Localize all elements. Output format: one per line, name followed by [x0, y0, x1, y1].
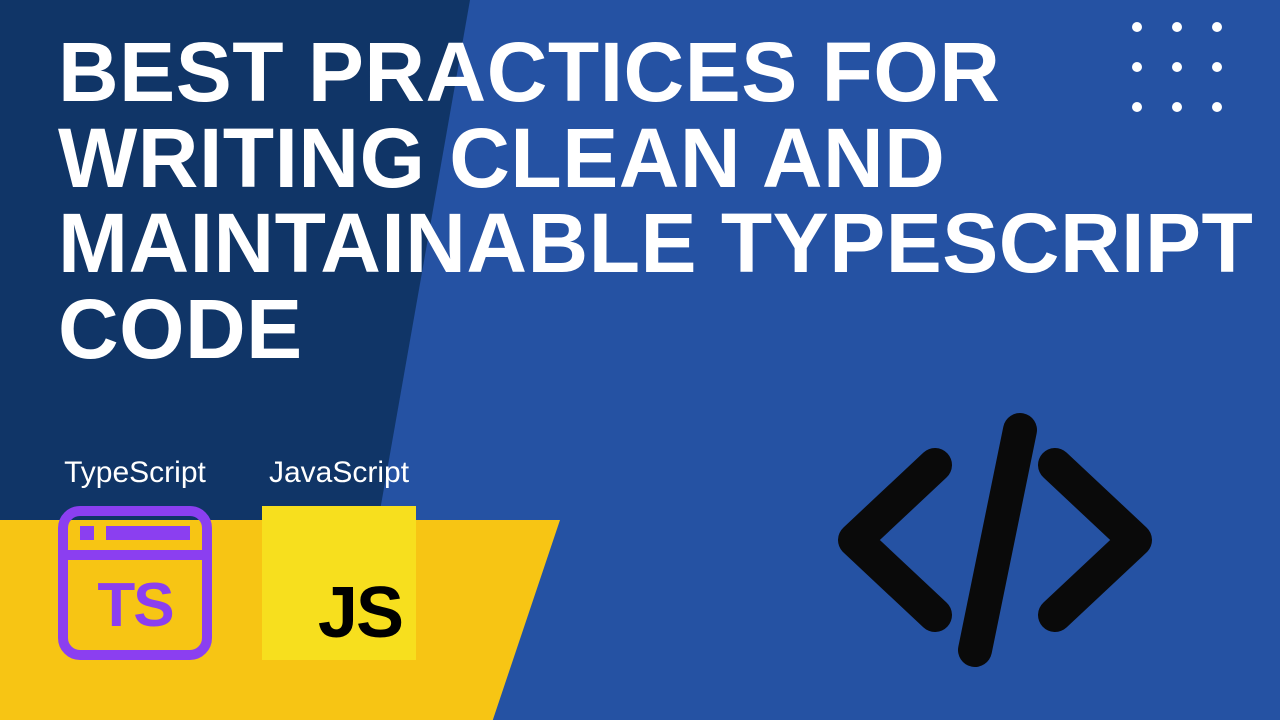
language-row: TypeScript TS JavaScript JS [58, 456, 416, 660]
dot-grid-icon [1132, 22, 1224, 114]
typescript-label: TypeScript [64, 456, 206, 490]
js-logo-text: JS [318, 572, 402, 654]
code-icon [825, 410, 1165, 670]
headline-text: BEST PRACTICES FOR WRITING CLEAN AND MAI… [58, 30, 1280, 373]
javascript-logo-icon: JS [262, 506, 416, 660]
javascript-col: JavaScript JS [262, 456, 416, 660]
javascript-label: JavaScript [269, 456, 409, 490]
ts-logo-header [68, 516, 202, 560]
banner-canvas: BEST PRACTICES FOR WRITING CLEAN AND MAI… [0, 0, 1280, 720]
typescript-col: TypeScript TS [58, 456, 212, 660]
typescript-logo-icon: TS [58, 506, 212, 660]
ts-logo-text: TS [68, 560, 202, 650]
